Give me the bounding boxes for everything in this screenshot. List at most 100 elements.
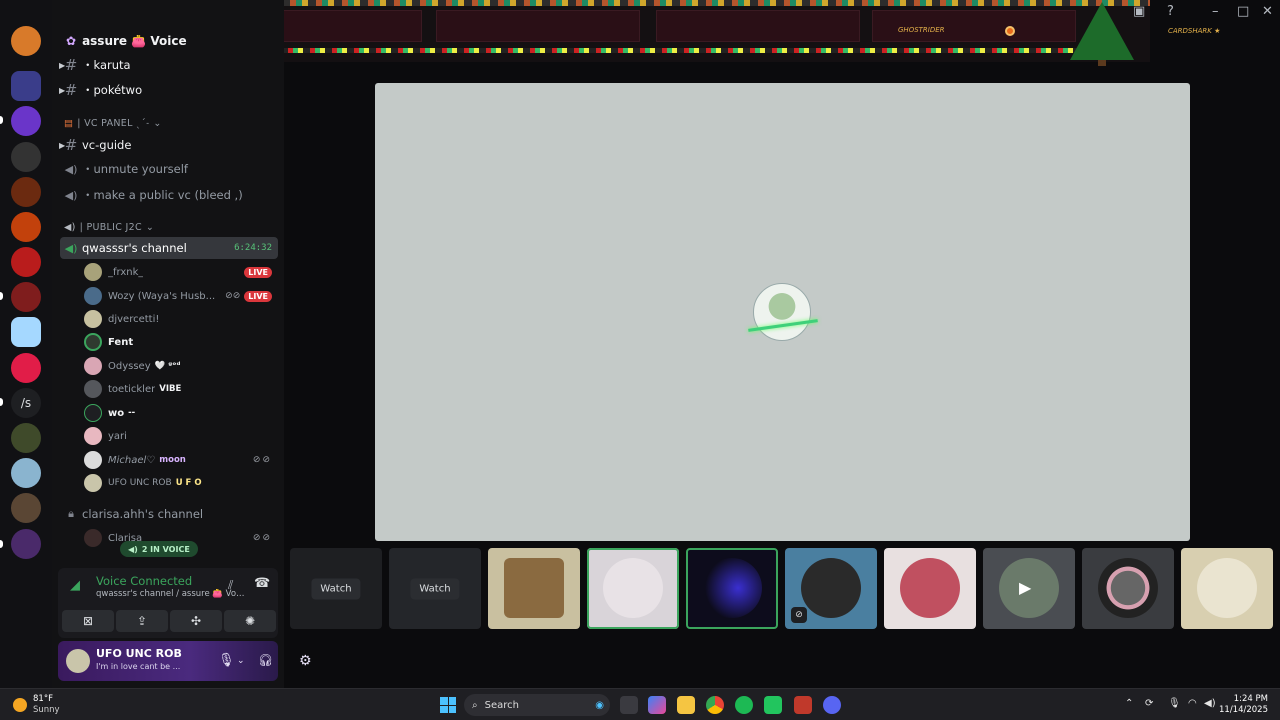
user-tag: 🤍 ᵍᵒᵈ (154, 361, 181, 371)
voice-status: Voice Connected (96, 574, 193, 588)
channel-karuta[interactable]: ▶ # ・karuta (59, 54, 278, 76)
participant-tile[interactable] (587, 548, 679, 629)
server-icon[interactable] (11, 247, 41, 277)
stream-tile[interactable]: Watch (389, 548, 481, 629)
close-icon[interactable]: ✕ (1262, 4, 1273, 19)
participant-tile[interactable] (488, 548, 580, 629)
watch-button[interactable]: Watch (410, 578, 460, 599)
voice-user[interactable]: Odyssey 🤍 ᵍᵒᵈ (84, 355, 278, 377)
participant-tile[interactable] (1181, 548, 1273, 629)
voice-user[interactable]: djvercetti! (84, 308, 278, 330)
avatar[interactable] (66, 649, 90, 673)
app-icon[interactable] (764, 696, 782, 714)
category-public-j2c[interactable]: ◀) | PUBLIC J2C ⌄ (64, 222, 154, 233)
server-icon[interactable] (11, 142, 41, 172)
channel-label: ・make a public vc (bleed ,) (82, 188, 243, 202)
stream-tile[interactable]: Watch (290, 548, 382, 629)
server-rail: /s (0, 0, 52, 688)
voice-channel-make-public[interactable]: ◀) ・make a public vc (bleed ,) (60, 184, 278, 206)
chevron-up-icon[interactable]: ⌃ (1125, 698, 1133, 709)
taskbar-search[interactable]: ⌕ Search ◉ (464, 694, 610, 716)
avatar (84, 287, 102, 305)
server-icon[interactable] (11, 529, 41, 559)
expand-arrow-icon: ▶ (59, 140, 66, 150)
server-icon[interactable] (11, 353, 41, 383)
expand-arrow-icon: ▶ (59, 60, 66, 70)
file-explorer-icon[interactable] (677, 696, 695, 714)
my-username[interactable]: UFO UNC ROB (96, 647, 182, 660)
server-header[interactable]: ✿ assure 👛 Voice (52, 28, 284, 54)
weather-condition[interactable]: Sunny (33, 705, 60, 715)
clock-date[interactable]: 11/14/2025 (1214, 705, 1268, 715)
minimize-icon[interactable]: – (1212, 4, 1219, 19)
camera-off-button[interactable]: ⊠ (62, 610, 114, 632)
watch-button[interactable]: Watch (311, 578, 361, 599)
voice-user[interactable]: Michael♡ moon ⊘⊘ (84, 449, 278, 471)
channel-label: ・unmute yourself (82, 162, 188, 176)
server-icon[interactable]: /s (11, 388, 41, 418)
noise-suppression-icon[interactable]: ⫽ (228, 578, 233, 593)
server-icon[interactable] (11, 458, 41, 488)
voice-user[interactable]: yari (84, 425, 278, 447)
server-icon[interactable] (11, 212, 41, 242)
user-name: djvercetti! (108, 313, 160, 325)
participant-tile[interactable]: ▶ (983, 548, 1075, 629)
copilot-icon[interactable] (648, 696, 666, 714)
participant-tile[interactable] (686, 548, 778, 629)
disconnect-icon[interactable]: ☎ (254, 576, 270, 591)
maximize-icon[interactable]: □ (1237, 4, 1249, 19)
help-icon[interactable]: ? (1167, 4, 1174, 19)
microphone-icon[interactable]: 🎙︎ (218, 653, 235, 668)
voice-channel-path[interactable]: qwasssr's channel / assure 👛 Voice Chat … (96, 589, 246, 599)
stage-user-avatar (753, 283, 811, 341)
server-icon[interactable] (11, 106, 41, 136)
discord-icon[interactable] (823, 696, 841, 714)
voice-user[interactable]: toetickler VIBE (84, 378, 278, 400)
speaker-icon: ◀) (64, 222, 76, 233)
voice-user[interactable]: UFO UNC ROB U F O (84, 472, 278, 494)
spotify-icon[interactable] (735, 696, 753, 714)
wifi-icon[interactable]: ◠ (1188, 698, 1197, 709)
app-icon[interactable] (794, 696, 812, 714)
windows-start-icon[interactable] (440, 697, 456, 713)
server-icon[interactable] (11, 282, 41, 312)
participant-tile[interactable] (1082, 548, 1174, 629)
sun-icon[interactable] (13, 698, 27, 712)
participant-tile[interactable]: ⊘ (785, 548, 877, 629)
server-icon[interactable] (11, 177, 41, 207)
activities-button[interactable]: ✣ (170, 610, 222, 632)
voice-channel-unmute[interactable]: ◀) ・unmute yourself (60, 158, 278, 180)
category-vc-panel[interactable]: ▤ | VC PANEL ˎˊ˗ ⌄ (64, 118, 162, 129)
server-icon[interactable] (11, 493, 41, 523)
inbox-icon[interactable]: ▣ (1133, 4, 1145, 19)
voice-user[interactable]: Wozy (Waya's Husb... ⊘⊘ LIVE (84, 285, 278, 307)
channel-poketwo[interactable]: ▶ # ・pokétwo (59, 79, 278, 101)
server-icon[interactable] (11, 317, 41, 347)
headphones-icon[interactable]: 🎧︎ (258, 653, 273, 667)
folder-icon[interactable] (11, 71, 41, 101)
voice-channel-clarisa[interactable]: 🔒︎ clarisa.ahh's channel (60, 503, 278, 525)
server-banner (158, 0, 1150, 66)
voice-user[interactable]: _frxnk_ LIVE (84, 261, 278, 283)
voice-channel-active[interactable]: ◀) qwasssr's channel 6:24:32 (60, 237, 278, 259)
task-view-icon[interactable] (620, 696, 638, 714)
server-icon[interactable] (11, 423, 41, 453)
tray-app-icon[interactable]: ⟳ (1145, 698, 1153, 709)
screen-share-button[interactable]: ⇪ (116, 610, 168, 632)
in-voice-pill[interactable]: ◀) 2 IN VOICE (120, 541, 198, 557)
voice-user[interactable]: Fent (84, 331, 278, 353)
soundboard-button[interactable]: ✺ (224, 610, 276, 632)
voice-user[interactable]: wo -- (84, 402, 278, 424)
server-icon[interactable] (11, 26, 41, 56)
user-name: Odyssey (108, 360, 151, 372)
settings-gear-icon[interactable]: ⚙ (299, 653, 312, 669)
mic-icon[interactable]: 🎙︎ (1168, 698, 1181, 709)
focused-stream-stage[interactable] (375, 83, 1190, 541)
signal-icon[interactable]: ◢ (70, 578, 80, 593)
weather-temp[interactable]: 81°F (33, 694, 53, 704)
chrome-icon[interactable] (706, 696, 724, 714)
chevron-down-icon[interactable]: ⌄ (237, 656, 245, 666)
participant-tile[interactable] (884, 548, 976, 629)
channel-vc-guide[interactable]: ▶ # vc-guide (59, 134, 278, 156)
clock-time[interactable]: 1:24 PM (1222, 694, 1268, 704)
